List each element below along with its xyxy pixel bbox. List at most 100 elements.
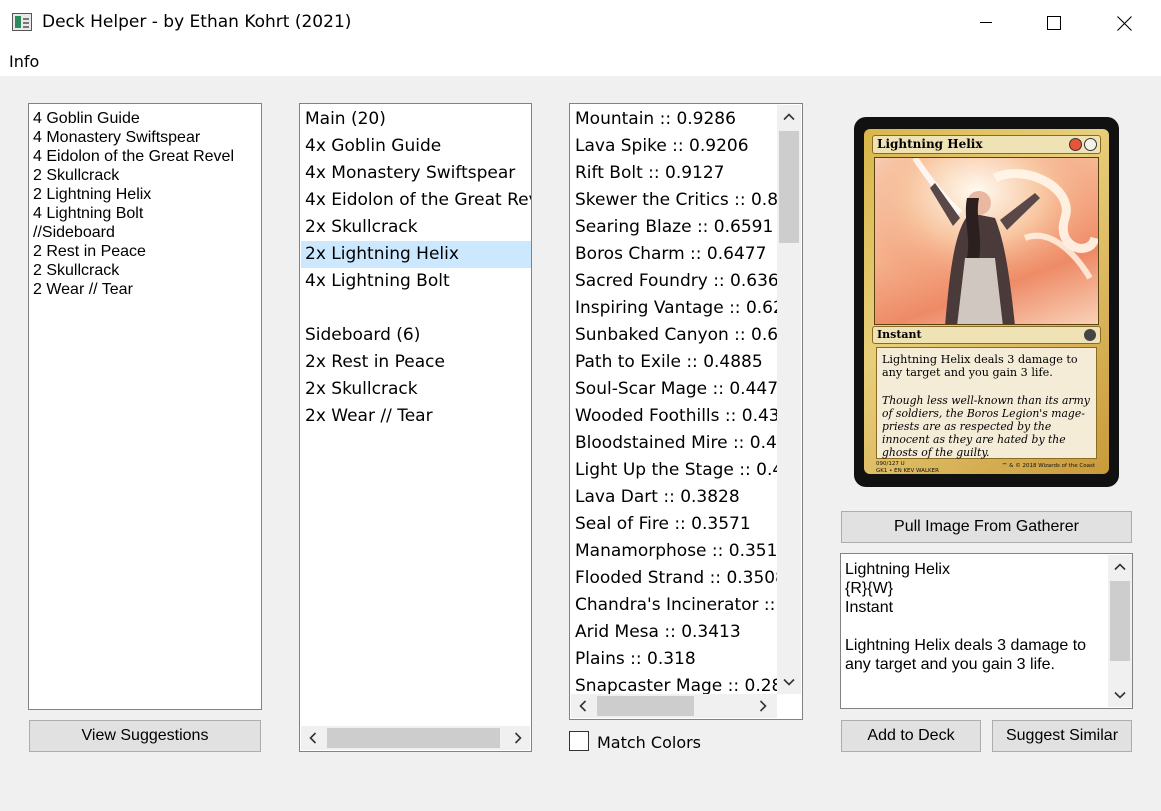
suggestion-item[interactable]: Plains :: 0.318 <box>571 646 777 673</box>
suggestion-item[interactable]: Boros Charm :: 0.6477 <box>571 241 777 268</box>
scroll-down-arrow-icon[interactable] <box>777 670 801 694</box>
suggestion-item[interactable]: Light Up the Stage :: 0.418 <box>571 457 777 484</box>
card-details-vscrollbar[interactable] <box>1108 555 1132 707</box>
card-rules-text: Lightning Helix deals 3 damage to any ta… <box>882 353 1078 379</box>
maximize-button[interactable] <box>1031 0 1077 46</box>
deck-section-header[interactable]: Sideboard (6) <box>301 322 531 349</box>
suggestion-item[interactable]: Lava Spike :: 0.9206 <box>571 133 777 160</box>
suggestion-item[interactable]: Arid Mesa :: 0.3413 <box>571 619 777 646</box>
card-type: Instant <box>877 328 922 341</box>
card-frame: Lightning Helix Instant Lightning Helix … <box>864 129 1109 474</box>
maximize-icon <box>1047 16 1061 30</box>
deck-list-item[interactable]: 4x Eidolon of the Great Revel <box>301 187 531 214</box>
deck-list-hscroll-thumb[interactable] <box>327 728 500 748</box>
scroll-left-arrow-icon[interactable] <box>301 726 325 750</box>
deck-text-line: 4 Eidolon of the Great Revel <box>33 148 235 165</box>
deck-list-item[interactable]: 2x Skullcrack <box>301 376 531 403</box>
close-button[interactable] <box>1101 0 1147 46</box>
match-colors-checkbox[interactable] <box>569 731 589 751</box>
card-collector-number: 090/127 U <box>876 461 905 467</box>
suggestion-item[interactable]: Lava Dart :: 0.3828 <box>571 484 777 511</box>
title-bar: Deck Helper - by Ethan Kohrt (2021) <box>0 0 1161 46</box>
card-details-vscroll-thumb[interactable] <box>1110 581 1130 661</box>
pull-image-button[interactable]: Pull Image From Gatherer <box>841 511 1132 543</box>
scroll-left-arrow-icon[interactable] <box>571 694 595 718</box>
suggestions-list-items: Mountain :: 0.9286 Lava Spike :: 0.9206 Ri… <box>571 106 777 694</box>
card-artist: Kev Walker <box>903 468 939 474</box>
deck-list-item[interactable]: 4x Monastery Swiftspear <box>301 160 531 187</box>
red-mana-icon <box>1069 138 1082 151</box>
deck-list-item[interactable]: 2x Rest in Peace <box>301 349 531 376</box>
scroll-right-arrow-icon[interactable] <box>506 726 530 750</box>
white-mana-icon <box>1084 138 1097 151</box>
suggestion-item[interactable]: Rift Bolt :: 0.9127 <box>571 160 777 187</box>
scroll-up-arrow-icon[interactable] <box>777 105 801 129</box>
deck-list-items: Main (20) 4x Goblin Guide 4x Monastery Swi… <box>301 106 531 430</box>
suggestion-item[interactable]: Skewer the Critics :: 0.857 <box>571 187 777 214</box>
suggestions-vscrollbar[interactable] <box>777 105 801 694</box>
suggestion-item[interactable]: Sunbaked Canyon :: 0.613 <box>571 322 777 349</box>
deck-text-line: 2 Rest in Peace <box>33 243 146 260</box>
deck-list-item[interactable]: 4x Goblin Guide <box>301 133 531 160</box>
suggestions-list[interactable]: Mountain :: 0.9286 Lava Spike :: 0.9206 Ri… <box>569 103 803 720</box>
suggestion-item[interactable]: Flooded Strand :: 0.3508 <box>571 565 777 592</box>
deck-text-line: 2 Wear // Tear <box>33 281 133 298</box>
card-copyright: ™ & © 2018 Wizards of the Coast <box>1001 463 1095 469</box>
card-artwork <box>874 157 1099 325</box>
deck-text-line: //Sideboard <box>33 224 115 241</box>
card-text-box: Lightning Helix deals 3 damage to any ta… <box>876 347 1097 459</box>
minimize-button[interactable] <box>963 0 1009 46</box>
set-symbol-icon <box>1084 329 1096 341</box>
deck-text-line: 4 Goblin Guide <box>33 110 140 127</box>
menu-bar: Info <box>0 46 1161 76</box>
deck-list[interactable]: Main (20) 4x Goblin Guide 4x Monastery Swi… <box>299 103 532 752</box>
deck-section-header[interactable]: Main (20) <box>301 106 531 133</box>
suggestion-item[interactable]: Soul-Scar Mage :: 0.4474 <box>571 376 777 403</box>
deck-text-input[interactable]: 4 Goblin Guide 4 Monastery Swiftspear 4 Ei… <box>28 103 262 710</box>
suggestion-item[interactable]: Inspiring Vantage :: 0.625 <box>571 295 777 322</box>
deck-list-item[interactable]: 2x Wear // Tear <box>301 403 531 430</box>
card-details-content: Lightning Helix {R}{W} Instant Lightning… <box>845 561 1087 673</box>
card-name-bar: Lightning Helix <box>872 135 1101 154</box>
add-to-deck-button[interactable]: Add to Deck <box>841 720 981 752</box>
suggest-similar-button[interactable]: Suggest Similar <box>992 720 1132 752</box>
deck-list-item[interactable]: 2x Lightning Helix <box>301 241 531 268</box>
suggestion-item[interactable]: Snapcaster Mage :: 0.282 <box>571 673 777 694</box>
suggestion-item[interactable]: Mountain :: 0.9286 <box>571 106 777 133</box>
menu-info[interactable]: Info <box>9 52 39 71</box>
suggestion-item[interactable]: Manamorphose :: 0.3517 <box>571 538 777 565</box>
match-colors-label: Match Colors <box>597 733 702 752</box>
suggestion-item[interactable]: Bloodstained Mire :: 0.420 <box>571 430 777 457</box>
suggestion-item[interactable]: Searing Blaze :: 0.6591 <box>571 214 777 241</box>
card-type-bar: Instant <box>872 326 1101 344</box>
deck-text-line: 2 Skullcrack <box>33 167 120 184</box>
scroll-up-arrow-icon[interactable] <box>1108 555 1132 579</box>
view-suggestions-button[interactable]: View Suggestions <box>29 720 261 752</box>
suggestion-item[interactable]: Seal of Fire :: 0.3571 <box>571 511 777 538</box>
minimize-icon <box>980 22 992 23</box>
suggestion-item[interactable]: Chandra's Incinerator :: 0. <box>571 592 777 619</box>
card-name: Lightning Helix <box>877 137 983 151</box>
scroll-down-arrow-icon[interactable] <box>1108 683 1132 707</box>
card-set-language: GK1 • EN <box>876 468 902 474</box>
deck-list-item[interactable] <box>301 295 531 322</box>
suggestions-hscrollbar[interactable] <box>571 694 777 718</box>
close-icon <box>1116 15 1132 31</box>
suggestions-hscroll-thumb[interactable] <box>597 696 694 716</box>
deck-text-line: 4 Monastery Swiftspear <box>33 129 201 146</box>
suggestion-item[interactable]: Sacred Foundry :: 0.6364 <box>571 268 777 295</box>
window-title: Deck Helper - by Ethan Kohrt (2021) <box>42 12 352 32</box>
deck-text-line: 2 Lightning Helix <box>33 186 152 203</box>
deck-list-item[interactable]: 4x Lightning Bolt <box>301 268 531 295</box>
deck-list-hscrollbar[interactable] <box>301 726 530 750</box>
deck-list-item[interactable]: 2x Skullcrack <box>301 214 531 241</box>
card-flavor-text: Though less well-known than its army of … <box>882 394 1090 459</box>
suggestion-item[interactable]: Path to Exile :: 0.4885 <box>571 349 777 376</box>
scroll-right-arrow-icon[interactable] <box>751 694 775 718</box>
card-details-text[interactable]: Lightning Helix {R}{W} Instant Lightning… <box>840 553 1133 709</box>
card-collector-info: 090/127 U GK1 • EN Kev Walker <box>876 461 939 475</box>
suggestion-item[interactable]: Wooded Foothills :: 0.436 <box>571 403 777 430</box>
app-window-icon <box>12 13 32 31</box>
suggestions-vscroll-thumb[interactable] <box>779 131 799 243</box>
deck-text-line: 4 Lightning Bolt <box>33 205 144 222</box>
